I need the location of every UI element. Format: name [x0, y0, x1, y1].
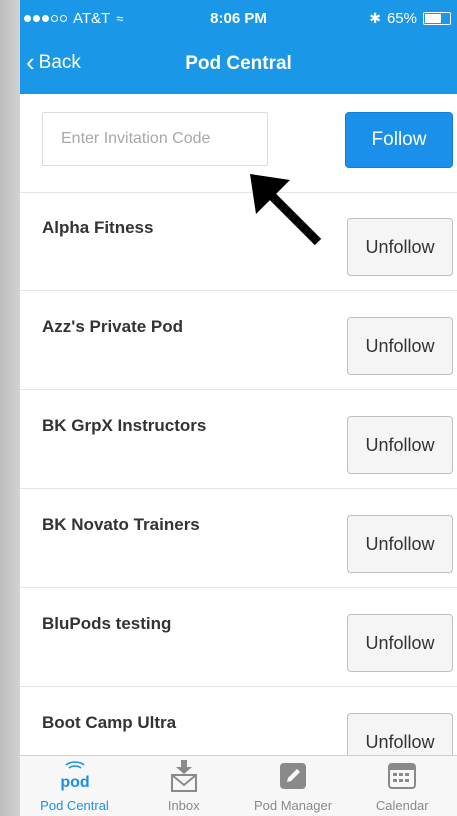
invite-row: Follow	[20, 94, 457, 193]
unfollow-button[interactable]: Unfollow	[347, 416, 453, 474]
nav-bar: ‹ Back Pod Central	[20, 46, 457, 86]
battery-percent: 65%	[386, 10, 417, 27]
pod-name: Azz's Private Pod	[42, 317, 184, 336]
tab-bar: pod Pod Central Inbox Pod Manager Calendar	[20, 755, 457, 816]
pod-name: BluPods testing	[42, 614, 172, 633]
tab-pod-central[interactable]: pod Pod Central	[20, 756, 129, 816]
tab-calendar[interactable]: Calendar	[348, 756, 457, 816]
pod-logo-icon: pod	[20, 760, 129, 792]
tab-inbox[interactable]: Inbox	[129, 756, 238, 816]
battery-icon	[423, 12, 451, 25]
tab-label: Pod Manager	[253, 798, 333, 813]
pod-row: BluPods testing Unfollow	[20, 588, 457, 687]
unfollow-button[interactable]: Unfollow	[347, 515, 453, 573]
battery-group: ✱ 65%	[369, 10, 451, 27]
pod-name: Alpha Fitness	[42, 218, 154, 237]
pod-row: Azz's Private Pod Unfollow	[20, 291, 457, 390]
tab-label: Calendar	[375, 798, 429, 813]
pod-name: BK GrpX Instructors	[42, 416, 207, 435]
pod-list: Alpha Fitness Unfollow Azz's Private Pod Un…	[20, 192, 457, 786]
calendar-icon	[348, 760, 457, 792]
tab-label: Inbox	[167, 798, 200, 813]
pod-name: BK Novato Trainers	[42, 515, 200, 534]
status-bar: AT&T ≈ 8:06 PM ✱ 65%	[20, 0, 457, 36]
device-frame-edge	[0, 0, 20, 816]
top-bar: AT&T ≈ 8:06 PM ✱ 65% ‹ Back Pod Central	[20, 0, 457, 94]
unfollow-button[interactable]: Unfollow	[347, 218, 453, 276]
pod-name: Boot Camp Ultra	[42, 713, 177, 732]
bluetooth-icon: ✱	[369, 10, 381, 26]
invitation-code-input[interactable]	[42, 112, 268, 166]
edit-icon	[239, 760, 348, 792]
unfollow-button[interactable]: Unfollow	[347, 614, 453, 672]
app-screen: AT&T ≈ 8:06 PM ✱ 65% ‹ Back Pod Central …	[20, 0, 457, 816]
page-title: Pod Central	[185, 53, 292, 74]
pod-row: Alpha Fitness Unfollow	[20, 192, 457, 291]
tab-pod-manager[interactable]: Pod Manager	[239, 756, 348, 816]
inbox-icon	[129, 760, 238, 792]
pod-row: BK GrpX Instructors Unfollow	[20, 390, 457, 489]
battery-fill	[425, 14, 441, 23]
unfollow-button[interactable]: Unfollow	[347, 317, 453, 375]
pointer-arrow-icon	[250, 174, 322, 246]
tab-label: Pod Central	[40, 798, 109, 813]
pod-row: BK Novato Trainers Unfollow	[20, 489, 457, 588]
svg-text:pod: pod	[60, 774, 89, 791]
follow-button[interactable]: Follow	[345, 112, 453, 168]
